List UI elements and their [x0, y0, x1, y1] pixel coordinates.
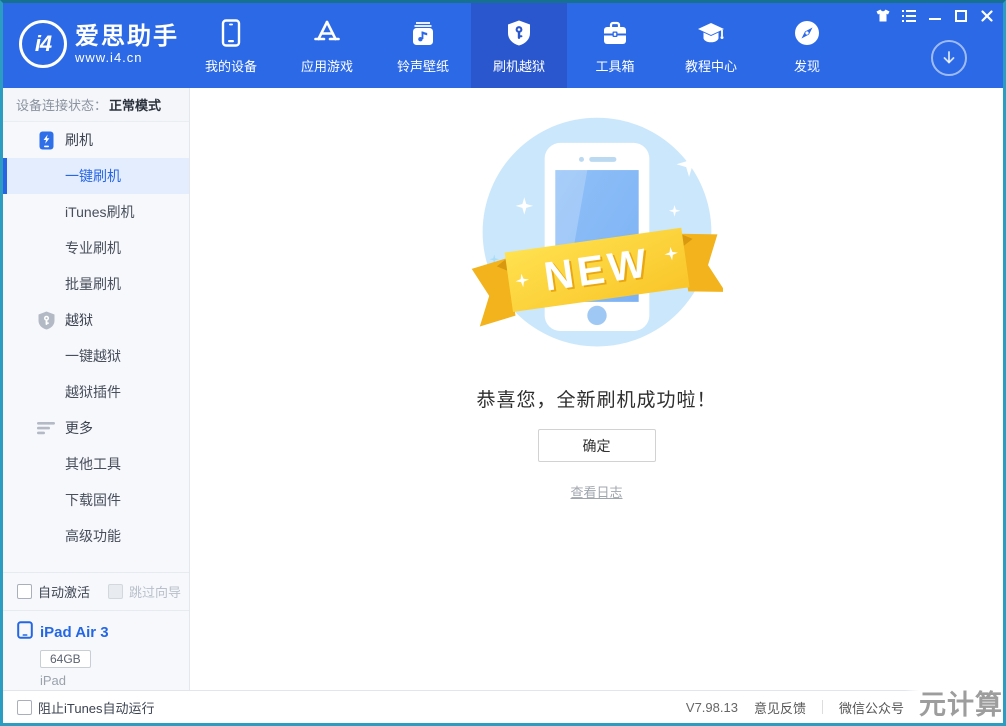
check-update-link[interactable]: 检查更新	[937, 698, 989, 717]
discover-icon	[793, 17, 821, 47]
checkbox-icon	[108, 584, 123, 599]
main-content: NEW NEW 恭喜您，全新刷机成功啦！ 确定 查看日志	[190, 88, 1003, 690]
connection-status-value: 正常模式	[109, 95, 161, 114]
sidebar-item-batch-flash[interactable]: 批量刷机	[3, 266, 189, 302]
sidebar-item-other-tools[interactable]: 其他工具	[3, 446, 189, 482]
sidebar-menu: 刷机 一键刷机 iTunes刷机 专业刷机 批量刷机	[3, 122, 189, 554]
sidebar-item-jailbreak-plugins[interactable]: 越狱插件	[3, 374, 189, 410]
wechat-link[interactable]: 微信公众号	[839, 698, 904, 717]
divider	[920, 700, 921, 714]
device-phone-icon	[219, 17, 243, 47]
theme-skin-icon[interactable]	[873, 6, 893, 25]
app-window: i4 爱思助手 www.i4.cn 我的设备 应用游戏	[0, 0, 1006, 726]
sidebar-group-jailbreak[interactable]: 越狱	[3, 302, 189, 338]
sidebar-group-more[interactable]: 更多	[3, 410, 189, 446]
tab-flash-jailbreak[interactable]: 刷机越狱	[471, 3, 567, 88]
version-label: V7.98.13	[686, 700, 738, 715]
app-title: 爱思助手	[75, 24, 179, 50]
view-log-link[interactable]: 查看日志	[570, 482, 622, 501]
checkbox-icon	[17, 584, 32, 599]
divider	[822, 700, 823, 714]
sidebar-item-download-firmware[interactable]: 下载固件	[3, 482, 189, 518]
block-itunes-checkbox[interactable]: 阻止iTunes自动运行	[17, 698, 155, 717]
flash-phone-icon	[36, 130, 56, 150]
feedback-link[interactable]: 意见反馈	[754, 698, 806, 717]
success-message: 恭喜您，全新刷机成功啦！	[476, 385, 716, 412]
jailbreak-icon	[506, 17, 532, 47]
sidebar-item-pro-flash[interactable]: 专业刷机	[3, 230, 189, 266]
device-capacity-badge: 64GB	[40, 650, 91, 668]
sidebar-group-flash[interactable]: 刷机	[3, 122, 189, 158]
sidebar-item-one-click-flash[interactable]: 一键刷机	[3, 158, 189, 194]
device-tablet-icon	[17, 621, 33, 644]
tab-tutorials[interactable]: 教程中心	[663, 3, 759, 88]
tab-discover[interactable]: 发现	[759, 3, 855, 88]
tab-my-devices[interactable]: 我的设备	[183, 3, 279, 88]
menu-list-icon[interactable]	[899, 6, 919, 25]
sidebar-item-advanced-features[interactable]: 高级功能	[3, 518, 189, 554]
sidebar: 设备连接状态： 正常模式 刷机 一键刷机 iTunes刷机 专业刷机	[3, 88, 190, 690]
tab-apps-games[interactable]: 应用游戏	[279, 3, 375, 88]
device-name: iPad Air 3	[40, 624, 109, 641]
device-panel[interactable]: iPad Air 3 64GB iPad	[3, 610, 189, 690]
more-lines-icon	[36, 418, 56, 438]
tab-toolbox[interactable]: 工具箱	[567, 3, 663, 88]
connection-status: 设备连接状态： 正常模式	[3, 88, 189, 122]
toolbox-icon	[601, 17, 629, 47]
tab-ringtones-wallpapers[interactable]: 铃声壁纸	[375, 3, 471, 88]
maximize-icon[interactable]	[951, 6, 971, 25]
checkbox-icon	[17, 700, 32, 715]
connection-status-label: 设备连接状态：	[16, 95, 107, 114]
header: i4 爱思助手 www.i4.cn 我的设备 应用游戏	[3, 3, 1003, 88]
minimize-icon[interactable]	[925, 6, 945, 25]
app-logo: i4 爱思助手 www.i4.cn	[19, 20, 179, 68]
status-bar: 阻止iTunes自动运行 V7.98.13 意见反馈 微信公众号 检查更新 元计…	[3, 690, 1003, 723]
sidebar-options: 自动激活 跳过向导	[3, 572, 189, 610]
sidebar-item-one-click-jailbreak[interactable]: 一键越狱	[3, 338, 189, 374]
jailbreak-shield-icon	[36, 310, 56, 330]
main-nav: 我的设备 应用游戏 铃声壁纸 刷机越狱	[183, 3, 855, 88]
app-url: www.i4.cn	[75, 50, 179, 65]
logo-monogram-icon: i4	[19, 20, 67, 68]
confirm-button[interactable]: 确定	[538, 429, 656, 462]
tutorial-icon	[696, 17, 726, 47]
new-flash-illustration: NEW NEW	[471, 110, 723, 365]
ringtone-icon	[409, 17, 437, 47]
skip-setup-checkbox: 跳过向导	[108, 582, 181, 601]
close-icon[interactable]	[977, 6, 997, 25]
sidebar-item-itunes-flash[interactable]: iTunes刷机	[3, 194, 189, 230]
appstore-icon	[313, 17, 341, 47]
window-controls	[873, 6, 997, 25]
auto-activate-checkbox[interactable]: 自动激活	[17, 582, 90, 601]
download-manager-button[interactable]	[931, 40, 967, 76]
device-family: iPad	[40, 673, 189, 688]
